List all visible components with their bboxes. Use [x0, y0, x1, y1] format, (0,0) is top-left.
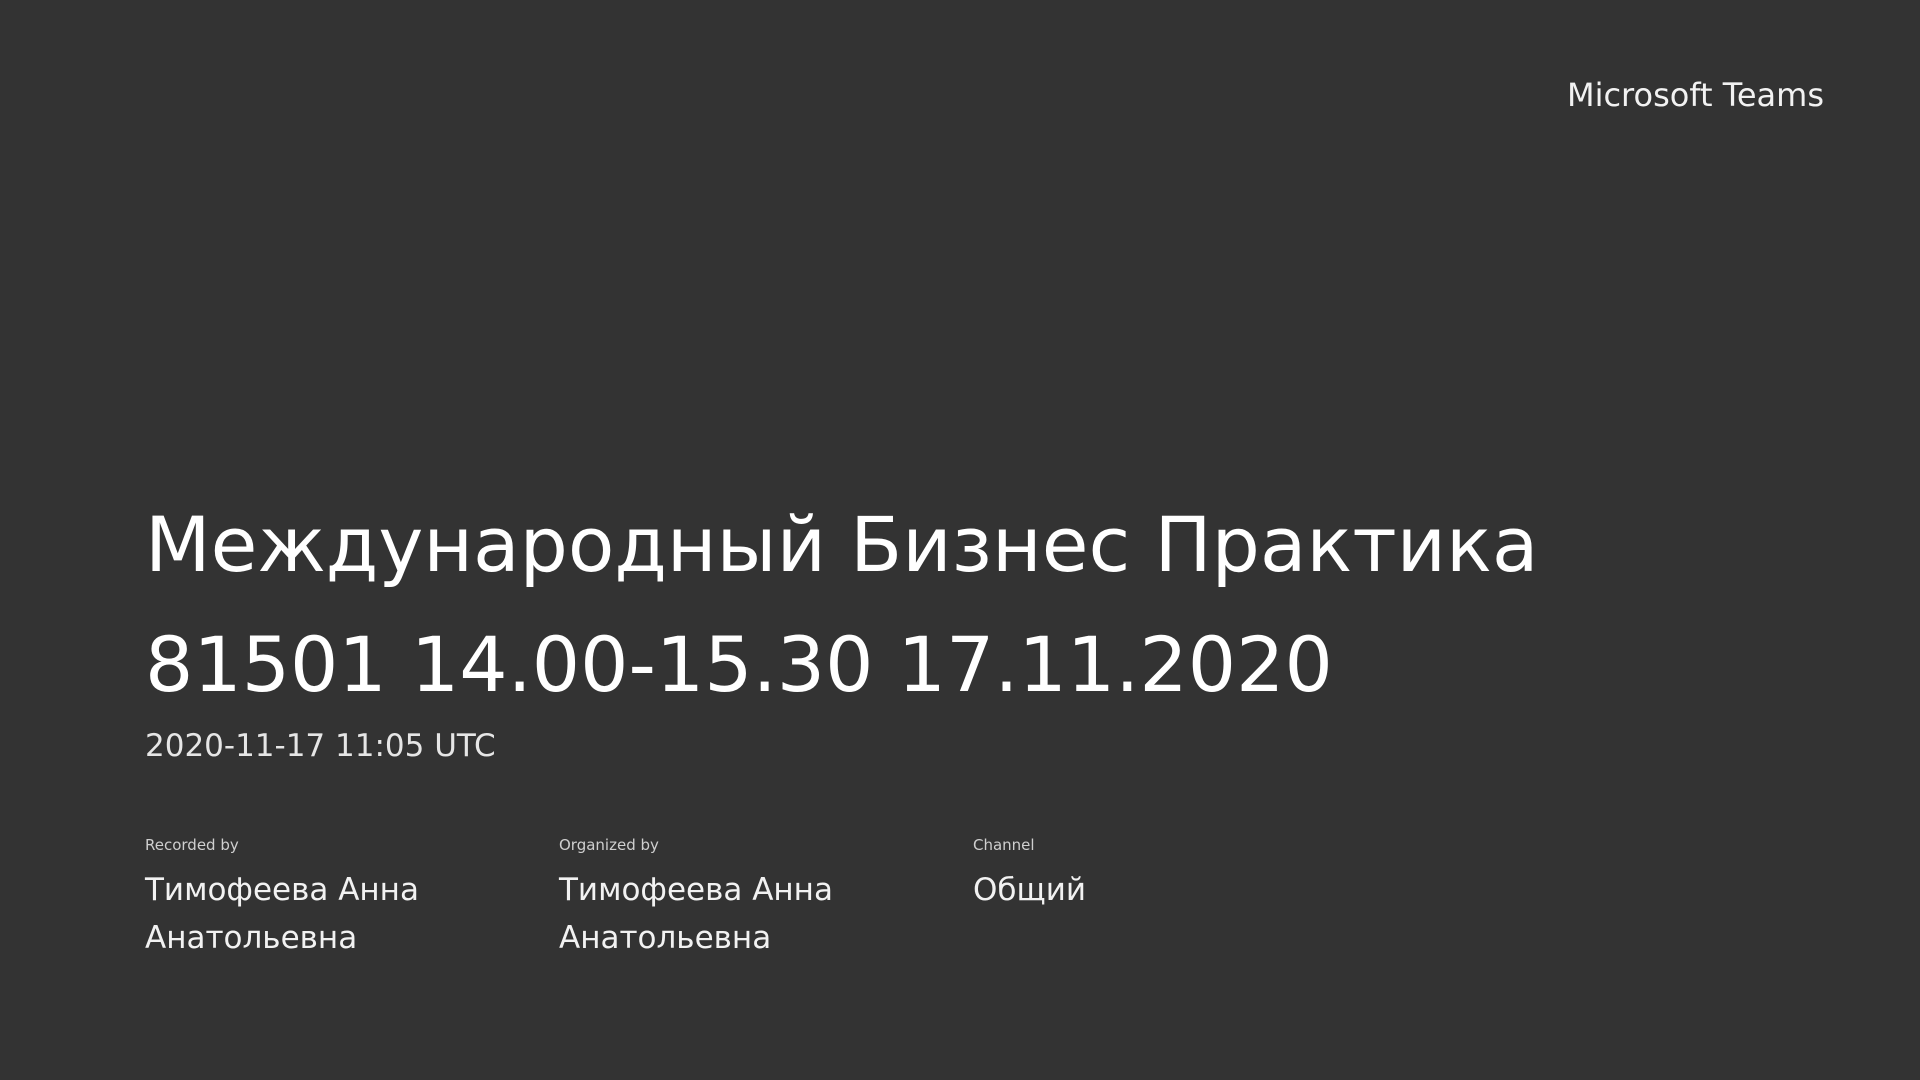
app-brand-label: Microsoft Teams — [1566, 76, 1824, 114]
channel-section: Channel Общий — [973, 836, 1387, 962]
organized-by-label: Organized by — [559, 836, 659, 854]
channel-value: Общий — [973, 872, 1087, 908]
meeting-metadata: Recorded by Тимофеева Анна Анатольевна O… — [145, 836, 1387, 962]
recorded-by-section: Recorded by Тимофеева Анна Анатольевна — [145, 836, 559, 962]
recorded-by-label: Recorded by — [145, 836, 239, 854]
meeting-datetime: 2020-11-17 11:05 UTC — [145, 728, 496, 764]
channel-label: Channel — [973, 836, 1035, 854]
meeting-title: Международный Бизнес Практика 81501 14.0… — [145, 500, 1539, 709]
recorded-by-value: Тимофеева Анна Анатольевна — [145, 872, 419, 956]
organized-by-section: Organized by Тимофеева Анна Анатольевна — [559, 836, 973, 962]
organized-by-value: Тимофеева Анна Анатольевна — [559, 872, 833, 956]
meeting-info: Международный Бизнес Практика 81501 14.0… — [145, 485, 1795, 767]
